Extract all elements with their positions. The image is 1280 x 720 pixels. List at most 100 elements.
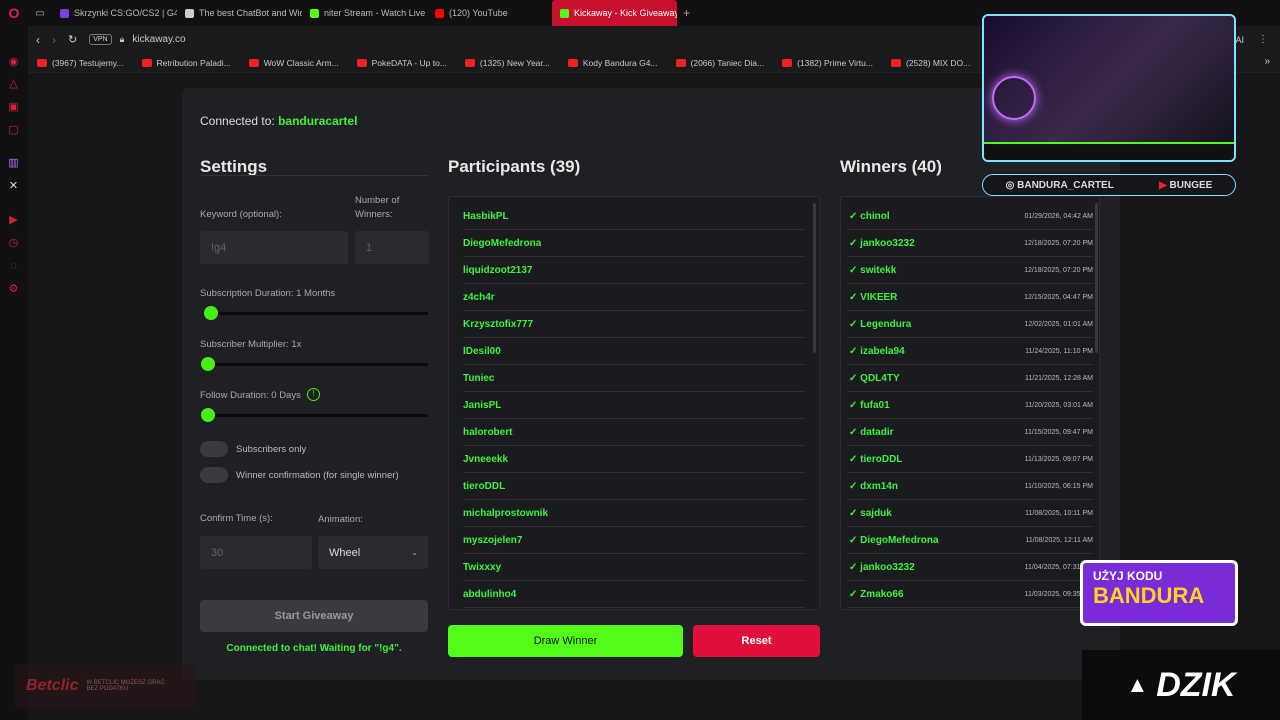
winner-row: ✓ switekk 12/18/2025, 07:20 PM	[847, 257, 1093, 284]
draw-winner-button[interactable]: Draw Winner	[448, 625, 683, 657]
sidebar-player-icon[interactable]: ▶	[7, 214, 20, 227]
bookmarks-more-icon[interactable]: »	[1264, 56, 1270, 67]
winner-row: ✓ dxm14n 11/10/2025, 06:15 PM	[847, 473, 1093, 500]
back-icon[interactable]: ‹	[36, 33, 40, 47]
sidebar-history-icon[interactable]: ◷	[7, 237, 20, 250]
winner-row: ✓ izabela94 11/24/2025, 11:10 PM	[847, 338, 1093, 365]
winner-username: tieroDDL	[860, 453, 903, 465]
bookmark-favicon-icon	[141, 58, 152, 67]
reload-icon[interactable]: ↻	[68, 33, 77, 46]
sidebar-mail-icon[interactable]: ▢	[7, 124, 20, 137]
promo-code: BANDURA	[1093, 583, 1205, 608]
participant-row: myszojelen7	[463, 527, 805, 554]
wolf-logo-icon	[992, 76, 1036, 120]
browser-tab[interactable]: Kickaway - Kick Giveaway	[552, 0, 677, 26]
tab-favicon-icon	[560, 8, 569, 18]
keyword-label: Keyword (optional):	[200, 209, 282, 220]
winner-name: ✓ Zmako66	[849, 589, 904, 600]
winners-scrollbar[interactable]	[1095, 203, 1098, 353]
betclic-logo: Betclic	[26, 677, 79, 694]
ai-button[interactable]: AI	[1235, 35, 1244, 45]
winner-username: fufa01	[860, 399, 890, 411]
winner-username: Legendura	[860, 318, 912, 330]
winner-username: QDL4TY	[860, 372, 900, 384]
forward-icon[interactable]: ›	[52, 33, 56, 47]
bookmark-favicon-icon	[675, 58, 686, 67]
new-tab-button[interactable]: +	[677, 6, 696, 20]
winner-name: ✓ DiegoMefedrona	[849, 535, 939, 546]
bookmark-item[interactable]: Kody Bandura G4...	[559, 58, 667, 68]
participants-list[interactable]: HasbikPL DiegoMefedrona liquidzoot2137 z4ch…	[448, 196, 820, 610]
betclic-banner: Betclic W BETCLIC MOŻESZ GRAĆ BEZ PODATKU	[14, 664, 196, 708]
socials-bar: ◎ BANDURA_CARTEL ▶ BUNGEE	[982, 174, 1236, 196]
bookmark-item[interactable]: (3967) Testujemy...	[28, 58, 133, 68]
keyword-input[interactable]: !g4	[200, 231, 348, 264]
animation-select[interactable]: Wheel ⌄	[318, 536, 428, 569]
sidebar-messenger-icon[interactable]: ▣	[7, 101, 20, 114]
check-icon: ✓	[849, 210, 861, 222]
youtube-icon: ▶	[1159, 179, 1170, 191]
sidebar-aria-icon[interactable]: △	[7, 78, 20, 91]
winner-username: VIKEER	[860, 291, 898, 303]
info-icon[interactable]: !	[307, 388, 320, 401]
tab-manager-icon[interactable]: ▭	[28, 8, 52, 19]
sidebar-x-icon[interactable]: ✕	[7, 180, 20, 193]
browser-tab[interactable]: The best ChatBot and Wid	[177, 0, 302, 26]
sidebar-settings-icon[interactable]: ⚙	[7, 283, 20, 296]
sidebar-pin-icon[interactable]: ◌	[7, 260, 20, 273]
bookmark-item[interactable]: (2528) MIX DO...	[882, 58, 979, 68]
sub-duration-track[interactable]	[204, 312, 428, 315]
bookmark-label: (3967) Testujemy...	[52, 57, 124, 68]
winner-date: 11/08/2025, 10:11 PM	[1025, 509, 1093, 517]
sidebar-twitch-icon[interactable]: ▥	[7, 157, 20, 170]
follow-duration-track[interactable]	[204, 414, 428, 417]
sub-multiplier-slider[interactable]	[201, 357, 215, 371]
winner-username: sajduk	[860, 507, 892, 519]
menu-icon[interactable]: ⋮	[1258, 34, 1268, 45]
start-giveaway-button[interactable]: Start Giveaway	[200, 600, 428, 632]
bookmark-item[interactable]: WoW Classic Arm...	[240, 58, 348, 68]
bookmark-item[interactable]: Retribution Paladi...	[133, 58, 240, 68]
winner-row: ✓ DiegoMefedrona 11/08/2025, 12:11 AM	[847, 527, 1093, 554]
bookmark-item[interactable]: (1325) New Year...	[456, 58, 559, 68]
browser-tab[interactable]: niter Stream - Watch Live	[302, 0, 427, 26]
winners-list[interactable]: ✓ chinol 01/29/2026, 04:42 AM ✓ jankoo3232…	[840, 196, 1100, 610]
sub-multiplier-track[interactable]	[204, 363, 428, 366]
subscribers-only-toggle[interactable]	[200, 441, 228, 457]
neon-frame-icon	[984, 142, 1234, 160]
promo-line-1: UŻYJ KODU	[1093, 569, 1163, 583]
participant-row: Jvneeekk	[463, 446, 805, 473]
settings-title: Settings	[200, 157, 268, 176]
sub-duration-label: Subscription Duration: 1 Months	[200, 288, 336, 299]
opera-logo-icon[interactable]: O	[0, 0, 28, 26]
vpn-badge[interactable]: VPN	[89, 34, 112, 45]
browser-tab[interactable]: (120) YouTube	[427, 0, 552, 26]
winners-count-input[interactable]: 1	[355, 231, 429, 264]
participants-scrollbar[interactable]	[813, 203, 816, 353]
bookmark-item[interactable]: (2066) Taniec Dia...	[667, 58, 774, 68]
bookmark-item[interactable]: (1382) Prime Virtu...	[773, 58, 882, 68]
check-icon: ✓	[849, 237, 861, 249]
check-icon: ✓	[849, 291, 861, 303]
check-icon: ✓	[849, 426, 861, 438]
confirm-time-input[interactable]: 30	[200, 536, 312, 569]
sub-duration-slider[interactable]	[204, 306, 218, 320]
follow-duration-slider[interactable]	[201, 408, 215, 422]
winner-row: ✓ VIKEER 12/15/2025, 04:47 PM	[847, 284, 1093, 311]
winner-confirmation-toggle[interactable]	[200, 467, 228, 483]
check-icon: ✓	[849, 588, 861, 600]
url-field[interactable]: kickaway.co	[132, 34, 185, 45]
bookmark-item[interactable]: PokeDATA - Up to...	[348, 58, 456, 68]
bookmark-label: (2528) MIX DO...	[905, 57, 971, 68]
winner-date: 01/29/2026, 04:42 AM	[1024, 212, 1094, 220]
winner-name: ✓ sajduk	[849, 508, 892, 519]
browser-tab[interactable]: Skrzynki CS:GO/CS2 | G4	[52, 0, 177, 26]
check-icon: ✓	[849, 507, 861, 519]
sidebar-opera-icon[interactable]: ◉	[7, 56, 20, 69]
participant-row: abdulinho4	[463, 581, 805, 608]
reset-button[interactable]: Reset	[693, 625, 820, 657]
winner-name: ✓ jankoo3232	[849, 562, 915, 573]
bookmark-favicon-icon	[782, 58, 793, 67]
bookmark-favicon-icon	[464, 58, 475, 67]
follow-duration-label: Follow Duration: 0 Days	[200, 390, 301, 401]
